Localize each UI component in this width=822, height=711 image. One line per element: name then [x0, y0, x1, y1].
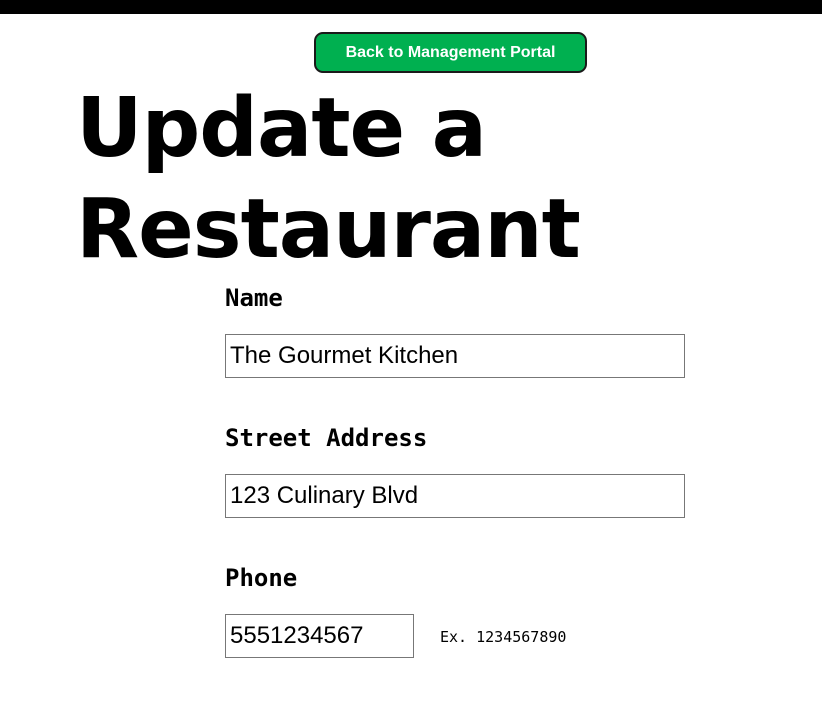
street-address-input[interactable]	[225, 474, 685, 518]
street-address-label: Street Address	[225, 424, 428, 452]
top-bar	[0, 0, 822, 14]
phone-label: Phone	[225, 564, 298, 592]
phone-format-hint: Ex. 1234567890	[440, 628, 567, 646]
name-input[interactable]	[225, 334, 685, 378]
page-title: Update a Restaurant	[76, 81, 581, 277]
name-label: Name	[225, 284, 283, 312]
back-to-portal-button[interactable]: Back to Management Portal	[314, 32, 587, 73]
phone-input[interactable]	[225, 614, 414, 658]
